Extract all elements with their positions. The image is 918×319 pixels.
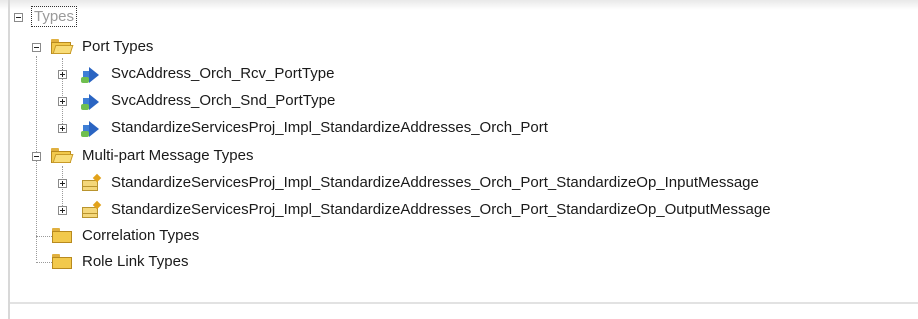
tree-item-label: SvcAddress_Orch_Snd_PortType (111, 92, 336, 109)
folder-open-icon (51, 148, 74, 163)
tree-item-label: StandardizeServicesProj_Impl_Standardize… (111, 201, 771, 218)
tree-item-role-link-types[interactable]: Role Link Types (0, 250, 918, 274)
tree-item-label: Role Link Types (82, 253, 189, 270)
tree-item-label: StandardizeServicesProj_Impl_Standardize… (111, 119, 548, 136)
tree-item-port-type[interactable]: SvcAddress_Orch_Rcv_PortType (0, 62, 918, 86)
folder-icon (52, 228, 72, 243)
tree-item-message-type[interactable]: StandardizeServicesProj_Impl_Standardize… (0, 198, 918, 222)
message-type-icon (80, 172, 102, 194)
tree-root-types[interactable]: Types (0, 6, 918, 30)
tree-root-label: Types (30, 6, 78, 27)
tree-item-label: Correlation Types (82, 227, 200, 244)
expand-icon[interactable] (58, 206, 67, 215)
expand-icon[interactable] (58, 97, 67, 106)
tree-item-label: Multi-part Message Types (82, 147, 254, 164)
port-type-icon (80, 90, 102, 112)
tree-item-message-type[interactable]: StandardizeServicesProj_Impl_Standardize… (0, 171, 918, 195)
collapse-icon[interactable] (14, 13, 23, 22)
expand-icon[interactable] (58, 124, 67, 133)
folder-icon (52, 254, 72, 269)
port-type-icon (80, 117, 102, 139)
collapse-icon[interactable] (32, 152, 41, 161)
tree-item-label: Port Types (82, 38, 154, 55)
tree-item-multipart-message-types[interactable]: Multi-part Message Types (0, 144, 918, 168)
port-type-icon (80, 63, 102, 85)
tree-item-port-types[interactable]: Port Types (0, 35, 918, 59)
tree-item-correlation-types[interactable]: Correlation Types (0, 224, 918, 248)
tree-item-label: SvcAddress_Orch_Rcv_PortType (111, 65, 335, 82)
orchestration-types-tree: Types Port Types SvcAddress_Orch_Rcv_Por… (0, 0, 918, 319)
message-type-icon (80, 199, 102, 221)
bottom-border (10, 302, 918, 304)
tree-item-port-type[interactable]: SvcAddress_Orch_Snd_PortType (0, 89, 918, 113)
expand-icon[interactable] (58, 179, 67, 188)
tree-item-label: StandardizeServicesProj_Impl_Standardize… (111, 174, 759, 191)
collapse-icon[interactable] (32, 43, 41, 52)
tree-item-port-type[interactable]: StandardizeServicesProj_Impl_Standardize… (0, 116, 918, 140)
expand-icon[interactable] (58, 70, 67, 79)
folder-open-icon (51, 39, 74, 54)
